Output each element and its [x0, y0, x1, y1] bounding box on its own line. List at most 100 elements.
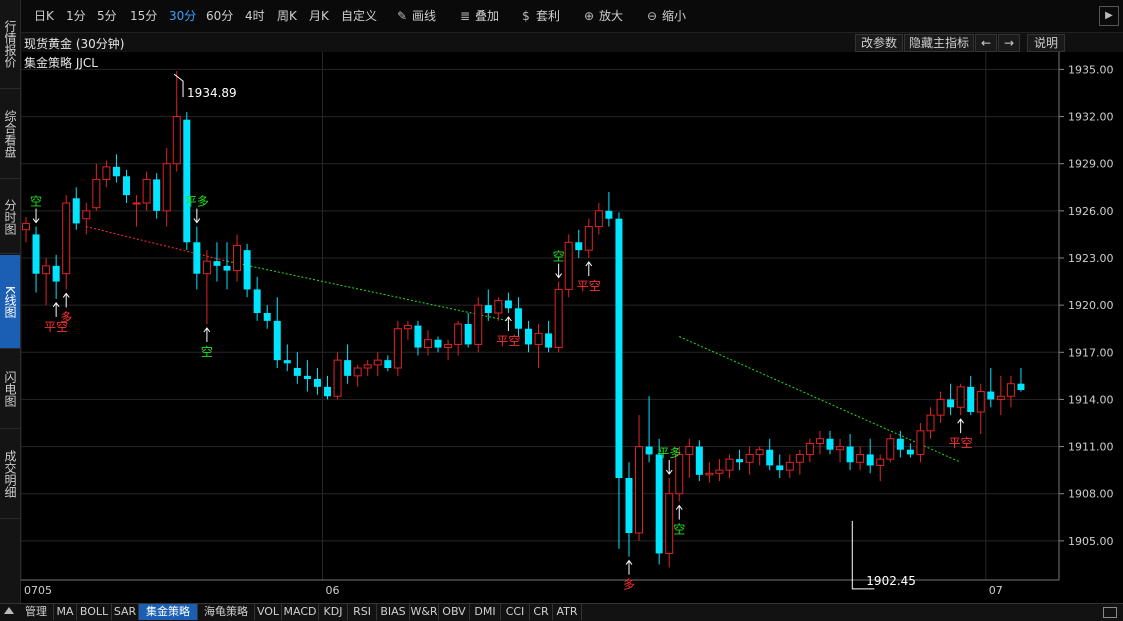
candle-body	[967, 386, 975, 412]
indicator-tab-7[interactable]: MACD	[282, 604, 319, 620]
candle-body	[313, 379, 321, 387]
candle-body	[62, 202, 71, 275]
zoom-in-icon: ⊕	[583, 9, 595, 23]
period-7[interactable]: 周K	[277, 8, 297, 24]
candle-body	[736, 459, 744, 463]
candle-body	[384, 360, 392, 368]
candle-body	[665, 493, 674, 554]
candle-body	[434, 339, 442, 348]
candle-body	[82, 210, 91, 220]
candle-body	[926, 414, 935, 432]
hide-main-indicator-button[interactable]: 隐藏主指标	[904, 34, 974, 52]
sidebar-tab-4[interactable]: 闪电图	[0, 350, 20, 429]
candle-body	[403, 325, 412, 330]
indicator-tab-9[interactable]: RSI	[348, 604, 377, 620]
tool-4[interactable]: ⊖ 缩小	[645, 8, 686, 24]
indicator-tab-4[interactable]: 集金策略	[139, 604, 198, 620]
candle-body	[545, 333, 553, 348]
indicator-tab-15[interactable]: CR	[530, 604, 553, 620]
candle-body	[987, 391, 995, 400]
indicator-tab-6[interactable]: VOL	[255, 604, 282, 620]
candle-body	[72, 198, 80, 224]
candle-body	[132, 202, 141, 205]
candle-body	[976, 391, 985, 413]
indicator-tab-2[interactable]: BOLL	[77, 604, 112, 620]
candlestick-chart[interactable]: 1935.00 1932.00 1929.00 1926.00 1923.00 1920.…	[21, 52, 1123, 603]
candle-body	[836, 446, 845, 451]
indicator-tab-12[interactable]: OBV	[439, 604, 470, 620]
candle-body	[886, 438, 895, 460]
x-tick-label: 07	[989, 584, 1003, 597]
candle-body	[283, 360, 291, 364]
candle-body	[42, 265, 51, 275]
indicator-tab-14[interactable]: CCI	[501, 604, 530, 620]
sidebar-tab-1[interactable]: 综合看盘	[0, 90, 20, 179]
strategy-label: 集金策略 JJCL	[24, 56, 98, 70]
period-6[interactable]: 4时	[245, 8, 265, 24]
sidebar-tab-3[interactable]: K线图	[0, 255, 20, 349]
expand-up-icon[interactable]	[4, 607, 14, 614]
tool-2[interactable]: $ 套利	[519, 8, 560, 24]
indicator-tab-3[interactable]: SAR	[112, 604, 139, 620]
signal-label: 平空	[496, 334, 520, 348]
period-9[interactable]: 自定义	[341, 8, 377, 24]
period-3[interactable]: 15分	[130, 8, 157, 24]
arrow-right-button[interactable]: →	[998, 34, 1020, 52]
left-sidebar: 行情报价 综合看盘 分时图 K线图 闪电图 成交明细	[0, 0, 21, 604]
indicator-tab-16[interactable]: ATR	[553, 604, 582, 620]
indicator-tab-bar: 管理 MA BOLL SAR 集金策略 海龟策略 VOL MACD KDJ RSI BIAS W&R O…	[0, 603, 1123, 621]
candle-body	[956, 386, 965, 408]
signal-label: 多	[623, 578, 635, 592]
candle-body	[906, 449, 914, 455]
indicator-tab-1[interactable]: MA	[54, 604, 77, 620]
candle-body	[373, 359, 382, 366]
candle-body	[233, 244, 242, 272]
indicator-tab-0[interactable]: 管理	[19, 604, 54, 620]
candle-body	[525, 328, 532, 345]
toolbar-next-icon[interactable]: ▶	[1099, 6, 1119, 26]
arrow-left-button[interactable]: ←	[975, 34, 997, 52]
indicator-tab-13[interactable]: DMI	[470, 604, 501, 620]
indicator-tab-5[interactable]: 海龟策略	[198, 604, 255, 620]
y-tick-label: 1935.00	[1068, 63, 1114, 76]
indicator-tab-10[interactable]: BIAS	[377, 604, 410, 620]
sidebar-tab-2[interactable]: 分时图	[0, 180, 20, 254]
period-1[interactable]: 1分	[66, 8, 86, 24]
window-icon[interactable]	[1103, 607, 1117, 618]
candle-body	[685, 446, 694, 455]
candle-body	[695, 446, 703, 475]
candle-body	[826, 438, 834, 450]
x-tick-label: 06	[326, 584, 340, 597]
candle-body	[484, 305, 492, 313]
period-5[interactable]: 60分	[206, 8, 233, 24]
candle-body	[474, 304, 483, 345]
modify-params-button[interactable]: 改参数	[855, 34, 903, 52]
candle-body	[795, 453, 804, 463]
period-0[interactable]: 日K	[34, 8, 54, 24]
candle-body	[504, 300, 512, 309]
indicator-tab-8[interactable]: KDJ	[319, 604, 348, 620]
candle-body	[263, 313, 271, 321]
candle-body	[534, 332, 543, 345]
y-tick-label: 1908.00	[1068, 488, 1114, 501]
y-tick-label: 1932.00	[1068, 111, 1114, 124]
tool-3[interactable]: ⊕ 放大	[582, 8, 623, 24]
period-4[interactable]: 30分	[169, 8, 196, 24]
period-2[interactable]: 5分	[97, 8, 117, 24]
y-tick-label: 1920.00	[1068, 299, 1114, 312]
candle-body	[112, 166, 120, 177]
candle-body	[766, 449, 774, 466]
candle-body	[705, 472, 714, 476]
candle-body	[454, 323, 463, 345]
y-tick-label: 1914.00	[1068, 393, 1114, 406]
sidebar-tab-5[interactable]: 成交明细	[0, 430, 20, 519]
candle-body	[32, 234, 40, 274]
sidebar-tab-0[interactable]: 行情报价	[0, 0, 20, 89]
tool-0[interactable]: ✎ 画线	[395, 8, 436, 24]
candle-body	[675, 453, 684, 495]
period-8[interactable]: 月K	[309, 8, 329, 24]
indicator-tab-11[interactable]: W&R	[410, 604, 439, 620]
tool-1[interactable]: ≣ 叠加	[458, 8, 499, 24]
help-button[interactable]: 说明	[1027, 34, 1065, 52]
candle-body	[584, 226, 593, 251]
